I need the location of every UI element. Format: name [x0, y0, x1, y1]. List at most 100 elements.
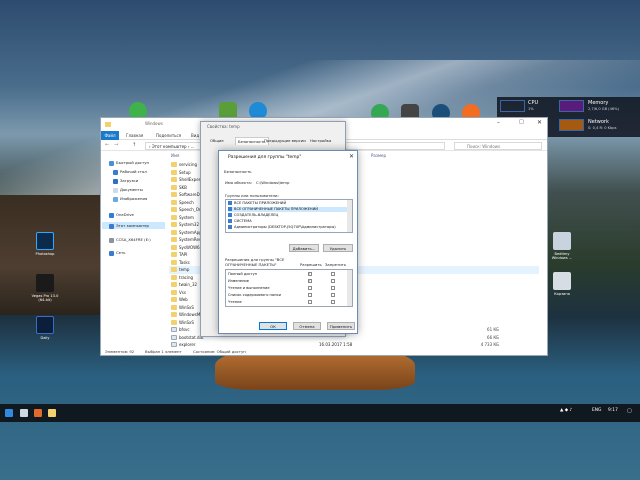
ribbon-tab-share[interactable]: Поделиться — [156, 131, 181, 140]
group-item[interactable]: СИСТЕМА — [228, 219, 252, 224]
folder-icon — [171, 207, 177, 212]
folder-icon — [171, 267, 177, 272]
users-icon — [228, 219, 232, 223]
memory-graph — [559, 100, 584, 112]
status-state: Состояние: Общий доступ — [193, 349, 246, 354]
memory-value: 2,7/6,0 GB (46%) — [588, 107, 619, 111]
status-selected: Выбран 1 элемент — [145, 349, 182, 354]
object-name-label: Имя объекта: — [225, 180, 252, 185]
permission-name: Чтение — [228, 300, 242, 304]
notifications-icon[interactable]: ▢ — [627, 408, 632, 414]
nav-item-desktop[interactable]: Рабочий стол — [113, 168, 147, 175]
object-name-value: C:\Windows\temp — [256, 180, 290, 185]
apply-button[interactable]: Применить — [327, 322, 355, 330]
folder-icon — [171, 184, 177, 190]
deny-checkbox[interactable] — [331, 286, 335, 290]
photoshop-icon — [36, 232, 54, 250]
permissions-header: Разрешения для группы "ВСЕ ОГРАНИЧЕННЫЕ … — [225, 257, 285, 267]
permission-name: Полный доступ — [228, 272, 258, 276]
cpu-graph — [500, 100, 525, 112]
tab-previous-versions[interactable]: Предыдущие версии — [262, 137, 308, 144]
add-button[interactable]: Добавить... — [289, 244, 319, 252]
taskbar-explorer-icon[interactable] — [48, 409, 56, 417]
close-icon[interactable]: ✕ — [349, 153, 354, 160]
allow-checkbox[interactable] — [308, 300, 312, 304]
folder-icon — [171, 259, 177, 265]
nav-item-pictures[interactable]: Изображения — [113, 195, 147, 202]
folder-icon — [171, 177, 177, 182]
group-item[interactable]: СОЗДАТЕЛЬ-ВЛАДЕЛЕЦ — [228, 213, 278, 218]
ribbon-tab-home[interactable]: Главная — [126, 131, 143, 140]
deny-checkbox[interactable] — [331, 293, 335, 297]
folder-icon — [171, 312, 177, 317]
nav-item-onedrive[interactable]: OneDrive — [109, 211, 134, 218]
groups-scrollbar[interactable] — [347, 200, 352, 232]
close-icon[interactable]: ✕ — [537, 119, 542, 126]
language-indicator[interactable]: ENG — [592, 408, 601, 413]
search-input[interactable]: Поиск: Windows — [454, 142, 542, 150]
nav-item-downloads[interactable]: Загрузки — [113, 177, 138, 184]
column-name[interactable]: Имя — [171, 153, 179, 158]
remove-button[interactable]: Удалить — [323, 244, 353, 252]
desktop-icon-daily[interactable]: Daily — [30, 316, 60, 340]
desktop-icon-label: Vegas Pro 13.0 (64-bit) — [31, 294, 59, 302]
file-icon — [171, 342, 177, 347]
drive-icon — [109, 237, 114, 243]
permissions-title: Разрешения для группы "temp" — [228, 155, 302, 160]
deny-checkbox[interactable] — [331, 300, 335, 304]
desktop-icon-label: Daily — [40, 336, 50, 340]
group-item[interactable]: ВСЕ ПАКЕТЫ ПРИЛОЖЕНИЙ — [228, 201, 286, 206]
nav-item-quick-access[interactable]: Быстрый доступ — [109, 159, 149, 166]
nav-item-documents[interactable]: Документы — [113, 186, 143, 193]
clock[interactable]: 9:17 — [608, 408, 618, 413]
ribbon-tab-view[interactable]: Вид — [191, 131, 199, 140]
ok-button[interactable]: ОК — [259, 322, 287, 330]
permission-name: Изменение — [228, 279, 249, 283]
desktop-icon-label: Bedtimy Windows ... — [551, 252, 573, 260]
network-label: Network — [588, 119, 609, 125]
security-label: Безопасность — [224, 169, 252, 174]
deny-checkbox[interactable] — [331, 272, 335, 276]
allow-checkbox[interactable] — [308, 286, 312, 290]
memory-label: Memory — [588, 100, 609, 106]
desktop-icon-vegas[interactable]: Vegas Pro 13.0 (64-bit) — [30, 274, 60, 302]
nav-item-drive-e[interactable]: CCSA_X64FRE (E:) — [109, 236, 151, 243]
tab-general[interactable]: Общие — [208, 137, 226, 144]
document-icon — [113, 187, 118, 193]
group-item[interactable]: ВСЕ ОГРАНИЧЕННЫЕ ПАКЕТЫ ПРИЛОЖЕНИЙ — [228, 207, 348, 212]
download-icon — [113, 178, 118, 184]
properties-title: Свойства: temp — [207, 124, 240, 129]
minimize-icon[interactable]: – — [497, 119, 500, 126]
nav-item-this-pc[interactable]: Этот компьютер — [102, 222, 165, 229]
permission-name: Список содержимого папки — [228, 293, 281, 297]
tray-icons[interactable]: ▲ ◆ ♪ — [560, 408, 572, 413]
maximize-icon[interactable]: □ — [519, 119, 524, 125]
vegas-icon — [36, 274, 54, 292]
tab-customize[interactable]: Настройка — [308, 137, 333, 144]
taskbar-app-icon[interactable] — [34, 409, 42, 417]
desktop-icon-photoshop[interactable]: Photoshop — [30, 232, 60, 256]
desktop-icon-bedtimy[interactable]: Bedtimy Windows ... — [547, 232, 577, 260]
column-size[interactable]: Размер — [371, 153, 386, 158]
allow-checkbox[interactable] — [308, 278, 312, 284]
forward-icon[interactable]: → — [114, 142, 118, 148]
start-windows-icon[interactable] — [5, 409, 13, 417]
up-icon[interactable]: ↑ — [132, 142, 136, 148]
group-item[interactable]: Администраторы (DESKTOP-J5Q7UP\Администр… — [228, 225, 336, 230]
allow-checkbox[interactable] — [308, 271, 312, 277]
taskbar-app-icon[interactable] — [20, 409, 28, 417]
status-count: Элементов: 92 — [105, 349, 135, 354]
folder-icon — [171, 304, 177, 310]
folder-icon — [171, 319, 177, 325]
cancel-button[interactable]: Отмена — [293, 322, 321, 330]
file-icon — [171, 327, 177, 332]
back-icon[interactable]: ← — [105, 142, 109, 148]
folder-icon — [171, 274, 177, 280]
desktop-icon-recycle-bin[interactable]: Корзина — [547, 272, 577, 296]
permissions-list: Полный доступ Изменение Чтение и выполнени… — [225, 269, 353, 307]
ribbon-file-tab[interactable]: Файл — [101, 131, 119, 140]
nav-item-network[interactable]: Сеть — [109, 249, 125, 256]
allow-checkbox[interactable] — [308, 293, 312, 297]
deny-checkbox[interactable] — [331, 279, 335, 283]
folder-icon — [171, 237, 177, 242]
